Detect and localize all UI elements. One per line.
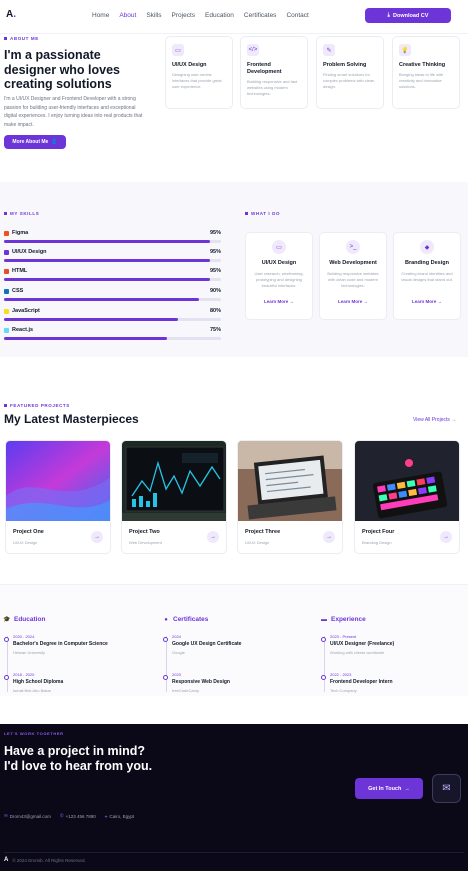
skill-bar-fill	[4, 278, 211, 281]
css-icon	[4, 288, 9, 294]
what-i-do-eyebrow: What I Do	[245, 211, 280, 216]
skill-bar-fill	[4, 259, 211, 262]
bulb-icon: 💡	[399, 44, 411, 56]
nav-link-about[interactable]: About	[119, 12, 136, 19]
nav-link-contact[interactable]: Contact	[286, 12, 308, 19]
certificate-item: 2024 Google UX Design Certificate Google	[163, 634, 303, 655]
top-navbar: A. Home About Skills Projects Education …	[0, 0, 468, 34]
whatido-card-uiux: ▭ UI/UX Design User research, wireframin…	[245, 232, 313, 320]
nav-link-education[interactable]: Education	[205, 12, 234, 19]
arrow-right-icon[interactable]: →	[91, 531, 103, 543]
skill-uiux: UI/UX Design 95%	[4, 249, 221, 267]
skill-javascript: JavaScript 80%	[4, 308, 221, 326]
about-eyebrow: About Me	[4, 36, 160, 41]
skill-bar-fill	[4, 318, 178, 321]
about-title: I'm a passionate designer who loves crea…	[4, 48, 121, 91]
download-cv-button[interactable]: ⤓ Download CV	[365, 8, 451, 23]
whatido-card-webdev: >_ Web Development Building responsive w…	[319, 232, 387, 320]
mail-icon[interactable]: ✉	[432, 774, 461, 803]
diamond-icon: ◆	[420, 240, 434, 254]
projects-eyebrow: Featured Projects	[4, 403, 70, 408]
nav-links: Home About Skills Projects Education Cer…	[92, 12, 309, 19]
service-card-creative: 💡 Creative Thinking Bringing ideas to li…	[392, 36, 460, 109]
briefcase-icon: ▬	[321, 616, 327, 623]
project-one-image	[6, 441, 110, 521]
whatido-card-branding: ◆ Branding Design Creating brand identit…	[393, 232, 461, 320]
monitor-icon: ▭	[172, 44, 184, 56]
skill-bar-fill	[4, 337, 167, 340]
nav-link-projects[interactable]: Projects	[172, 12, 195, 19]
about-description: I'm a UI/UX Designer and Frontend Develo…	[4, 96, 143, 128]
html-icon	[4, 268, 9, 274]
skill-html: HTML 95%	[4, 268, 221, 286]
arrow-right-icon[interactable]: →	[207, 531, 219, 543]
certificate-item: 2023 Responsive Web Design freeCodeCamp	[163, 672, 303, 693]
project-card-two[interactable]: Project Two Web Development →	[121, 440, 227, 554]
project-card-four[interactable]: Project Four Branding Design →	[354, 440, 460, 554]
arrow-right-icon[interactable]: →	[323, 531, 335, 543]
terminal-icon: >_	[346, 240, 360, 254]
uiux-icon	[4, 249, 9, 255]
project-three-image	[238, 441, 342, 521]
mail-icon: ✉	[4, 813, 8, 818]
view-all-projects-link[interactable]: View All Projects →	[413, 417, 456, 423]
skill-css: CSS 90%	[4, 288, 221, 306]
award-icon: ●	[164, 616, 168, 623]
phone-contact[interactable]: ✆ +123 456 7890	[60, 813, 96, 819]
javascript-icon	[4, 308, 9, 314]
contact-info: ✉ Drom43@gmail.com ✆ +123 456 7890 ⌖ Cairo,…	[4, 813, 134, 819]
arrow-right-icon[interactable]: →	[440, 531, 452, 543]
footer-logo: A	[4, 857, 9, 863]
project-card-one[interactable]: Project One UI/UX Design →	[5, 440, 111, 554]
learn-more-link[interactable]: Learn More →	[320, 299, 386, 304]
cta-eyebrow: Let's Work Together	[4, 731, 64, 736]
nav-link-skills[interactable]: Skills	[146, 12, 161, 19]
phone-icon: ✆	[59, 813, 64, 818]
learn-more-link[interactable]: Learn More →	[394, 299, 460, 304]
project-four-image	[355, 441, 459, 521]
more-about-me-button[interactable]: More About Me 👤	[4, 135, 66, 149]
experience-item: 2022 - 2023 Frontend Developer Intern Te…	[321, 672, 461, 693]
code-icon: </>	[247, 44, 259, 56]
experience-column: ▬ Experience 2023 - Present UI/UX Designe…	[321, 616, 461, 693]
skill-bar-fill	[4, 240, 211, 243]
service-card-frontend: </> Frontend Development Building respon…	[240, 36, 308, 109]
skill-react: React.js 75%	[4, 327, 221, 345]
project-two-image	[122, 441, 226, 521]
learn-more-link[interactable]: Learn More →	[246, 299, 312, 304]
experience-item: 2023 - Present UI/UX Designer (Freelance…	[321, 634, 461, 655]
education-item: 2020 - 2024 Bachelor's Degree in Compute…	[4, 634, 144, 655]
pen-icon: ✎	[323, 44, 335, 56]
monitor-icon: ▭	[272, 240, 286, 254]
education-column: 🎓 Education 2020 - 2024 Bachelor's Degree…	[3, 616, 144, 693]
footer-copyright: A © 2024 Dromib. All Rights Reserved.	[4, 857, 86, 863]
certificates-column: ● Certificates 2024 Google UX Design Cert…	[163, 616, 303, 693]
project-card-three[interactable]: Project Three UI/UX Design →	[237, 440, 343, 554]
skill-figma: Figma 95%	[4, 230, 221, 248]
graduation-cap-icon: 🎓	[3, 617, 11, 623]
location-pin-icon: ⌖	[104, 813, 108, 819]
location-contact: ⌖ Cairo, Egypt	[104, 813, 135, 819]
skill-bar-fill	[4, 298, 200, 301]
footer-divider	[4, 852, 464, 853]
email-contact[interactable]: ✉ Drom43@gmail.com	[4, 813, 51, 819]
skills-eyebrow: My Skills	[4, 211, 39, 216]
nav-link-certificates[interactable]: Certificates	[244, 12, 277, 19]
service-card-problem-solving: ✎ Problem Solving Finding smart solution…	[316, 36, 384, 109]
react-icon	[4, 327, 9, 333]
get-in-touch-button[interactable]: Get In Touch →	[355, 778, 423, 799]
service-card-uiux: ▭ UI/UX Design Designing user-centric in…	[165, 36, 233, 109]
figma-icon	[4, 230, 9, 236]
user-icon: 👤	[51, 139, 58, 145]
download-icon: ⤓	[387, 12, 390, 18]
cta-title: Have a project in mind? I'd love to hear…	[4, 744, 153, 773]
projects-title: My Latest Masterpieces	[4, 412, 139, 426]
education-item: 2018 - 2020 High School Diploma Ismail B…	[4, 672, 144, 693]
arrow-right-icon: →	[404, 785, 410, 792]
nav-link-home[interactable]: Home	[92, 12, 109, 19]
logo[interactable]: A.	[6, 9, 16, 20]
